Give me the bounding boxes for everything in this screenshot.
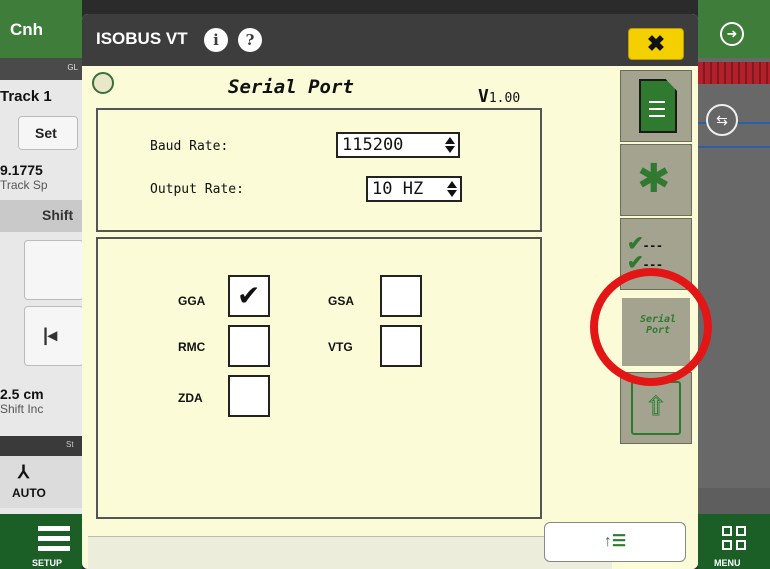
highlight-circle <box>590 268 712 386</box>
globe-logo-icon <box>92 72 114 94</box>
zda-label: ZDA <box>178 391 203 405</box>
setup-label: SETUP <box>32 558 63 568</box>
help-icon[interactable]: ? <box>238 28 262 52</box>
checkmark-icon: ✔ <box>237 279 261 312</box>
shift-increment-label: Shift Inc <box>0 402 44 416</box>
shift-increment-value: 2.5 cm <box>0 386 44 402</box>
baud-rate-spinner[interactable]: 115200 <box>336 132 460 158</box>
output-rate-label: Output Rate: <box>150 182 244 197</box>
set-button[interactable]: Set <box>18 116 78 150</box>
softkey-settings[interactable]: ✱ <box>620 144 692 216</box>
close-button[interactable]: ✖ <box>628 28 684 60</box>
auto-button[interactable]: ⅄ AUTO <box>0 456 82 508</box>
gga-checkbox[interactable]: ✔ <box>228 275 270 317</box>
bottom-bar <box>88 536 612 569</box>
vtg-label: VTG <box>328 340 353 354</box>
spinner-arrows-icon <box>445 137 455 153</box>
vt-content-area: Serial Port V1.00 Baud Rate: 115200 Outp… <box>88 66 612 536</box>
shift-button-1[interactable] <box>24 240 84 300</box>
shift-label: Shift <box>42 207 74 223</box>
track-spacing-label: Track Sp <box>0 178 48 192</box>
shift-button-2[interactable]: |◂ <box>24 306 84 366</box>
softkey-document[interactable] <box>620 70 692 142</box>
track-label: Track 1 <box>0 88 52 105</box>
setup-button[interactable]: SETUP <box>0 514 82 569</box>
vtg-checkbox[interactable] <box>380 325 422 367</box>
dialog-title: ISOBUS VT <box>96 29 188 48</box>
baud-rate-value: 115200 <box>342 135 404 155</box>
gear-icon: ✱ <box>637 157 671 201</box>
navigation-icon[interactable]: ⇆ <box>706 104 738 136</box>
spinner-arrows-icon <box>447 181 457 197</box>
version-label: V1.00 <box>478 86 520 107</box>
background-app-left: Cnh GL Track 1 Set 9.1775 Track Sp Shift… <box>0 0 84 569</box>
version-prefix: V <box>478 86 489 107</box>
gsa-checkbox[interactable] <box>380 275 422 317</box>
menu-button[interactable]: MENU <box>698 514 770 569</box>
gga-label: GGA <box>178 294 206 308</box>
info-icon[interactable]: i <box>204 28 228 52</box>
brand-label: Cnh <box>10 20 44 39</box>
menu-grid-icon <box>722 526 746 550</box>
zda-checkbox[interactable] <box>228 375 270 417</box>
bottom-list-button[interactable]: ↑☰ <box>544 522 686 562</box>
background-app-right: ➜ ⇆ MENU <box>698 0 770 569</box>
message-selection-panel: GGA ✔ GSA RMC VTG ZDA <box>96 237 542 519</box>
arrow-right-circle-icon[interactable]: ➜ <box>720 22 744 46</box>
rate-settings-panel: Baud Rate: 115200 Output Rate: 10 HZ <box>96 108 542 232</box>
steering-label: St <box>66 440 74 449</box>
setup-list-icon <box>38 526 70 556</box>
output-rate-value: 10 HZ <box>372 179 424 199</box>
subbar-label: GL <box>67 63 78 72</box>
track-spacing-value: 9.1775 <box>0 162 43 178</box>
page-title: Serial Port <box>228 76 354 98</box>
shift-bar: Shift <box>0 200 82 232</box>
upload-icon: ⇧ <box>631 381 681 435</box>
document-icon <box>639 79 677 133</box>
auto-label: AUTO <box>12 486 46 500</box>
brand-bar: Cnh <box>0 0 82 58</box>
auto-steer-icon: ⅄ <box>18 462 29 482</box>
right-top-bar: ➜ <box>698 0 770 58</box>
rmc-label: RMC <box>178 340 206 354</box>
steering-bar: St <box>0 436 82 456</box>
gsa-label: GSA <box>328 294 355 308</box>
coverage-stripe <box>698 62 770 84</box>
baud-rate-label: Baud Rate: <box>150 139 229 154</box>
version-number: 1.00 <box>488 91 521 106</box>
output-rate-spinner[interactable]: 10 HZ <box>366 176 462 202</box>
guidance-line-2 <box>698 146 770 148</box>
menu-label: MENU <box>714 558 741 568</box>
rmc-checkbox[interactable] <box>228 325 270 367</box>
title-bar: ISOBUS VT i ? ✖ <box>82 14 698 66</box>
subbar: GL <box>0 58 82 80</box>
